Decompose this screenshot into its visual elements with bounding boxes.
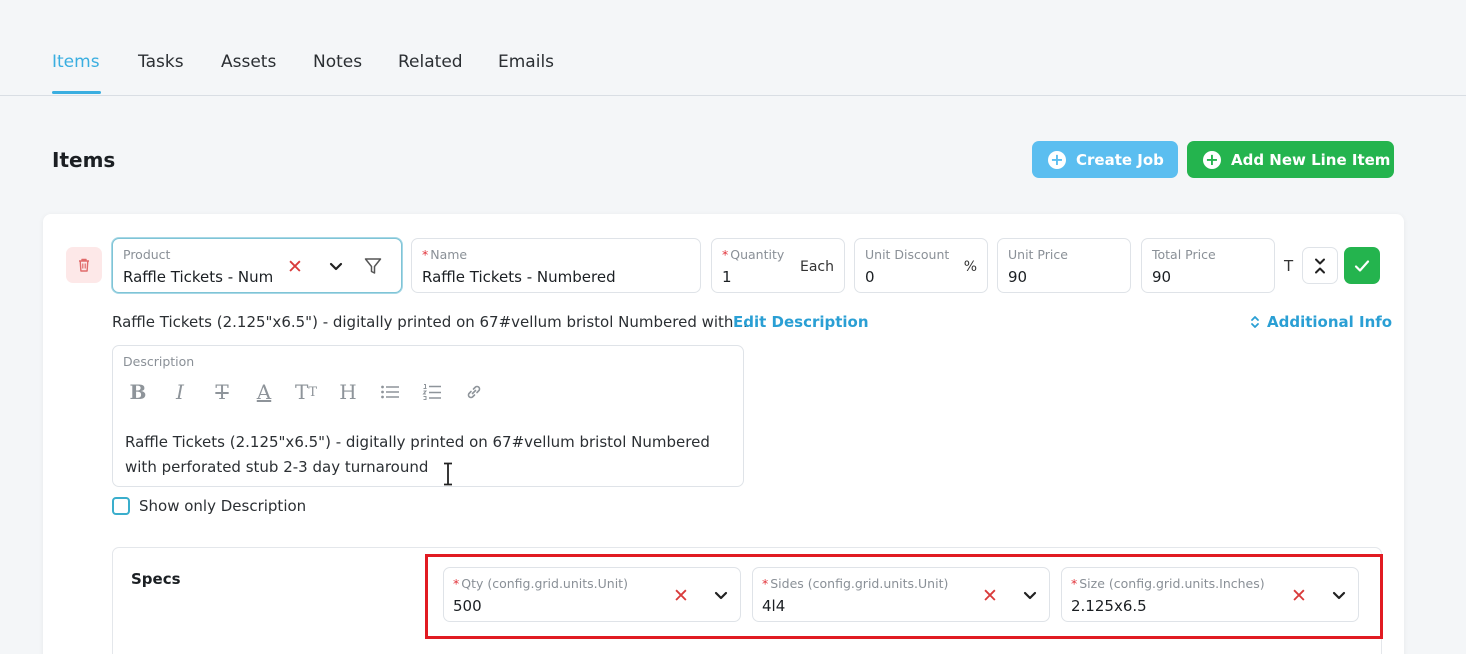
delete-line-item-button[interactable]	[66, 247, 102, 283]
tax-label: T	[1284, 257, 1294, 275]
description-editor[interactable]: Description B I T A TT H Raffle Tickets …	[112, 345, 744, 487]
unit-discount-field[interactable]: Unit Discount 0 %	[854, 238, 988, 293]
unit-discount-label: Unit Discount	[865, 247, 950, 262]
expand-icon	[1251, 316, 1259, 328]
text-size-icon[interactable]: TT	[293, 378, 319, 406]
plus-circle-icon: +	[1048, 150, 1066, 169]
add-line-item-label: Add New Line Item	[1231, 150, 1391, 169]
product-select[interactable]: Product Raffle Tickets - Num ✕	[112, 238, 402, 293]
unit-price-field[interactable]: Unit Price 90	[997, 238, 1131, 293]
unit-price-label: Unit Price	[1008, 247, 1068, 262]
additional-info-label: Additional Info	[1267, 313, 1393, 331]
text-cursor-icon	[444, 462, 452, 486]
quantity-unit: Each	[800, 259, 834, 275]
check-icon	[1354, 259, 1370, 272]
clear-product-icon[interactable]: ✕	[287, 258, 303, 277]
plus-circle-icon: +	[1203, 150, 1221, 169]
collapse-button[interactable]	[1302, 247, 1338, 284]
tab-notes[interactable]: Notes	[313, 52, 362, 72]
unit-price-value: 90	[1008, 268, 1028, 286]
trash-icon	[79, 258, 89, 272]
product-label: Product	[123, 247, 171, 262]
total-price-field[interactable]: Total Price 90	[1141, 238, 1275, 293]
strikethrough-icon[interactable]: T	[209, 378, 235, 406]
unit-discount-value: 0	[865, 268, 875, 286]
tab-items[interactable]: Items	[52, 52, 100, 72]
confirm-button[interactable]	[1344, 247, 1380, 284]
active-tab-indicator	[52, 91, 101, 94]
product-value: Raffle Tickets - Num	[123, 268, 274, 286]
tab-assets[interactable]: Assets	[221, 52, 276, 72]
show-only-description-label: Show only Description	[139, 497, 307, 515]
name-value: Raffle Tickets - Numbered	[422, 268, 616, 286]
text-color-icon[interactable]: A	[251, 378, 277, 406]
heading-icon[interactable]: H	[335, 378, 361, 406]
bullet-list-icon[interactable]	[377, 378, 403, 406]
create-job-label: Create Job	[1076, 150, 1164, 169]
add-line-item-button[interactable]: + Add New Line Item	[1187, 141, 1394, 178]
tab-emails[interactable]: Emails	[498, 52, 554, 72]
total-price-value: 90	[1152, 268, 1172, 286]
quantity-value: 1	[722, 268, 732, 286]
chevron-down-icon[interactable]	[329, 262, 343, 272]
additional-info-toggle[interactable]: Additional Info	[1250, 313, 1392, 331]
page-title: Items	[52, 148, 116, 172]
bold-icon[interactable]: B	[125, 378, 151, 406]
description-label: Description	[123, 354, 195, 369]
description-summary: Raffle Tickets (2.125"x6.5") - digitally…	[112, 313, 748, 331]
create-job-button[interactable]: + Create Job	[1032, 141, 1178, 178]
numbered-list-icon[interactable]	[419, 378, 445, 406]
specs-title: Specs	[131, 570, 181, 588]
show-only-description-row: Show only Description	[112, 497, 306, 515]
name-field[interactable]: * Name Raffle Tickets - Numbered	[411, 238, 701, 293]
quantity-label: * Quantity	[722, 247, 785, 262]
show-only-description-checkbox[interactable]	[112, 497, 130, 515]
annotation-highlight-box	[425, 554, 1383, 639]
link-icon[interactable]	[461, 378, 487, 406]
percent-suffix: %	[963, 259, 977, 275]
name-label: * Name	[422, 247, 468, 262]
edit-description-link[interactable]: Edit Description	[733, 313, 869, 331]
description-text[interactable]: Raffle Tickets (2.125"x6.5") - digitally…	[125, 430, 735, 480]
collapse-icon	[1315, 258, 1325, 273]
tab-tasks[interactable]: Tasks	[138, 52, 184, 72]
tab-related[interactable]: Related	[398, 52, 463, 72]
tab-bar: Items Tasks Assets Notes Related Emails	[0, 0, 1466, 96]
filter-icon[interactable]	[363, 256, 383, 276]
quantity-field[interactable]: * Quantity 1 Each	[711, 238, 845, 293]
italic-icon[interactable]: I	[167, 378, 193, 406]
total-price-label: Total Price	[1152, 247, 1216, 262]
